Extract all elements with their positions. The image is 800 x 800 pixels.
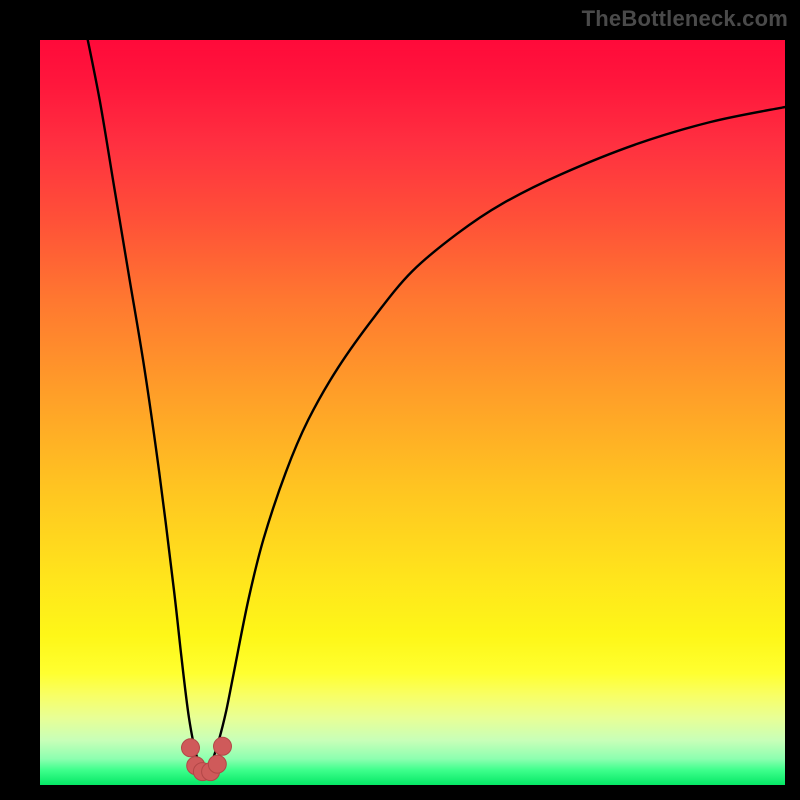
watermark-text: TheBottleneck.com xyxy=(582,6,788,32)
plot-area xyxy=(40,40,785,785)
bottleneck-curve xyxy=(85,40,785,770)
optimum-marker xyxy=(214,737,232,755)
chart-frame: TheBottleneck.com xyxy=(0,0,800,800)
curve-layer xyxy=(40,40,785,785)
optimum-marker-group xyxy=(182,737,232,780)
optimum-marker xyxy=(208,755,226,773)
optimum-marker xyxy=(182,739,200,757)
